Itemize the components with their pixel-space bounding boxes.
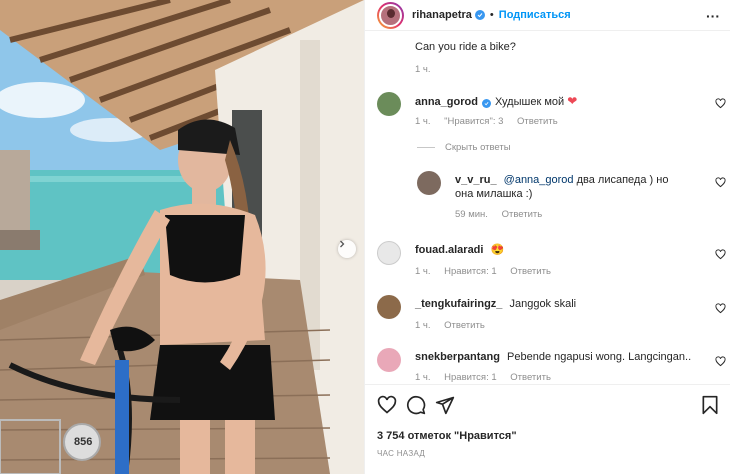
heart-icon[interactable] xyxy=(715,249,726,260)
bike-number-tag: 856 xyxy=(74,436,93,448)
comment-text: Худышек мой xyxy=(494,96,565,108)
photo-illustration xyxy=(0,0,364,474)
author-username[interactable]: rihanapetra xyxy=(412,9,472,21)
follow-button[interactable]: Подписаться xyxy=(499,9,571,21)
comment-username[interactable]: anna_gorod xyxy=(415,96,478,108)
heart-icon[interactable] xyxy=(715,177,726,188)
paper-plane-icon[interactable] xyxy=(435,395,455,415)
comment-icon[interactable] xyxy=(406,395,426,415)
reply-button[interactable]: Ответить xyxy=(510,372,551,383)
post-header: rihanapetra • Подписаться ··· xyxy=(365,0,730,31)
comment-likes[interactable]: Нравится: 1 xyxy=(444,372,496,383)
post-actions: 3 754 отметок "Нравится" ЧАС НАЗАД xyxy=(365,384,730,474)
comment-time[interactable]: 1 ч. xyxy=(415,266,431,277)
avatar[interactable] xyxy=(417,171,441,195)
bookmark-icon[interactable] xyxy=(700,395,720,415)
comment-time[interactable]: 1 ч. xyxy=(415,116,431,127)
comment-text: Janggok skali xyxy=(509,298,577,310)
red-heart-emoji: ❤ xyxy=(567,94,578,108)
verified-badge-icon xyxy=(474,10,485,20)
comment-username[interactable]: _tengkufairingz_ xyxy=(415,298,502,310)
heart-icon[interactable] xyxy=(715,356,726,367)
post-timestamp[interactable]: ЧАС НАЗАД xyxy=(377,449,425,458)
comment-meta: 59 мин. Ответить xyxy=(455,209,553,220)
caption-time[interactable]: 1 ч. xyxy=(415,64,431,75)
caption-text: Can you ride a bike? xyxy=(415,41,516,53)
comment-likes[interactable]: Нравится: 1 xyxy=(444,266,496,277)
reply-button[interactable]: Ответить xyxy=(517,116,558,127)
comment-meta: 1 ч. Нравится: 1 Ответить xyxy=(415,266,562,277)
mention-link[interactable]: @anna_gorod xyxy=(504,174,574,186)
comment-time[interactable]: 1 ч. xyxy=(415,372,431,383)
comment-likes[interactable]: "Нравится": 3 xyxy=(444,116,503,127)
comment-meta: 1 ч. Нравится: 1 Ответить xyxy=(415,372,562,383)
comment-time[interactable]: 59 мин. xyxy=(455,209,488,220)
comment-username[interactable]: snekberpantang xyxy=(415,351,500,363)
comment-username[interactable]: v_v_ru_ xyxy=(455,174,497,186)
author-avatar[interactable] xyxy=(377,1,404,29)
avatar[interactable] xyxy=(377,348,401,372)
avatar[interactable] xyxy=(377,92,401,116)
chevron-right-icon xyxy=(340,240,345,248)
heart-icon[interactable] xyxy=(715,303,726,314)
heart-eyes-emoji: 😍 xyxy=(490,244,505,256)
header-dot: • xyxy=(489,9,494,21)
post-photo[interactable]: 856 xyxy=(0,0,364,474)
caption-meta: 1 ч. xyxy=(415,64,442,75)
hide-replies-label: Скрыть ответы xyxy=(445,142,511,153)
next-photo-button[interactable] xyxy=(338,240,356,258)
verified-badge-icon xyxy=(481,99,491,108)
likes-count[interactable]: 3 754 отметок "Нравится" xyxy=(377,430,517,442)
more-options-icon[interactable]: ··· xyxy=(706,8,720,24)
comments-list: Can you ride a bike? 1 ч. anna_gorod Худы… xyxy=(365,32,730,384)
avatar[interactable] xyxy=(377,241,401,265)
reply-button[interactable]: Ответить xyxy=(444,320,485,331)
hide-replies-button[interactable]: Скрыть ответы xyxy=(417,142,511,153)
comment-meta: 1 ч. Ответить xyxy=(415,320,496,331)
comment-username[interactable]: fouad.alaradi xyxy=(415,244,483,256)
comment-text: Pebende ngapusi wong. Langcingan.. xyxy=(507,351,692,363)
post-panel: rihanapetra • Подписаться ··· Can you ri… xyxy=(364,0,730,474)
reply-button[interactable]: Ответить xyxy=(502,209,543,220)
reply-button[interactable]: Ответить xyxy=(510,266,551,277)
heart-icon[interactable] xyxy=(715,98,726,109)
heart-icon[interactable] xyxy=(377,395,397,415)
comment-time[interactable]: 1 ч. xyxy=(415,320,431,331)
comment-meta: 1 ч. "Нравится": 3 Ответить xyxy=(415,116,569,127)
avatar[interactable] xyxy=(377,295,401,319)
